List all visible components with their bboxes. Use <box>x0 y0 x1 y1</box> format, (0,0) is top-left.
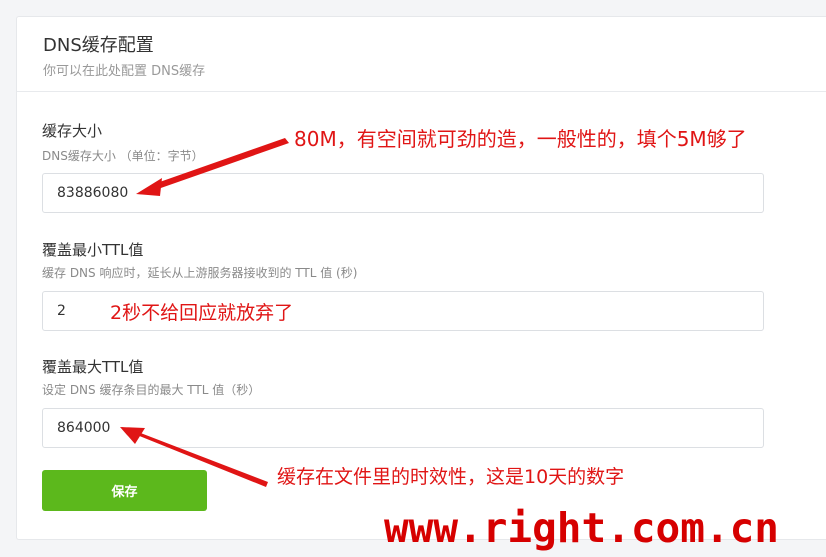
annotation-min-ttl: 2秒不给回应就放弃了 <box>110 302 294 324</box>
min-ttl-label: 覆盖最小TTL值 <box>42 241 144 259</box>
cache-size-help: DNS缓存大小 （单位：字节） <box>42 149 204 163</box>
site-watermark: www.right.com.cn <box>384 504 779 552</box>
max-ttl-label: 覆盖最大TTL值 <box>42 358 144 376</box>
cache-size-input[interactable] <box>42 173 764 213</box>
page: DNS缓存配置 你可以在此处配置 DNS缓存 缓存大小 DNS缓存大小 （单位：… <box>0 0 826 557</box>
min-ttl-help: 缓存 DNS 响应时，延长从上游服务器接收到的 TTL 值 (秒) <box>42 266 358 280</box>
card-subtitle: 你可以在此处配置 DNS缓存 <box>43 64 206 79</box>
save-button[interactable]: 保存 <box>42 470 207 511</box>
card-title: DNS缓存配置 <box>43 35 154 56</box>
cache-size-label: 缓存大小 <box>42 122 103 140</box>
annotation-max-ttl: 缓存在文件里的时效性，这是10天的数字 <box>277 466 625 488</box>
max-ttl-help: 设定 DNS 缓存条目的最大 TTL 值（秒） <box>42 383 261 397</box>
max-ttl-input[interactable] <box>42 408 764 448</box>
annotation-cache-size: 80M，有空间就可劲的造，一般性的，填个5M够了 <box>294 127 747 151</box>
card-header: DNS缓存配置 你可以在此处配置 DNS缓存 <box>17 17 826 92</box>
